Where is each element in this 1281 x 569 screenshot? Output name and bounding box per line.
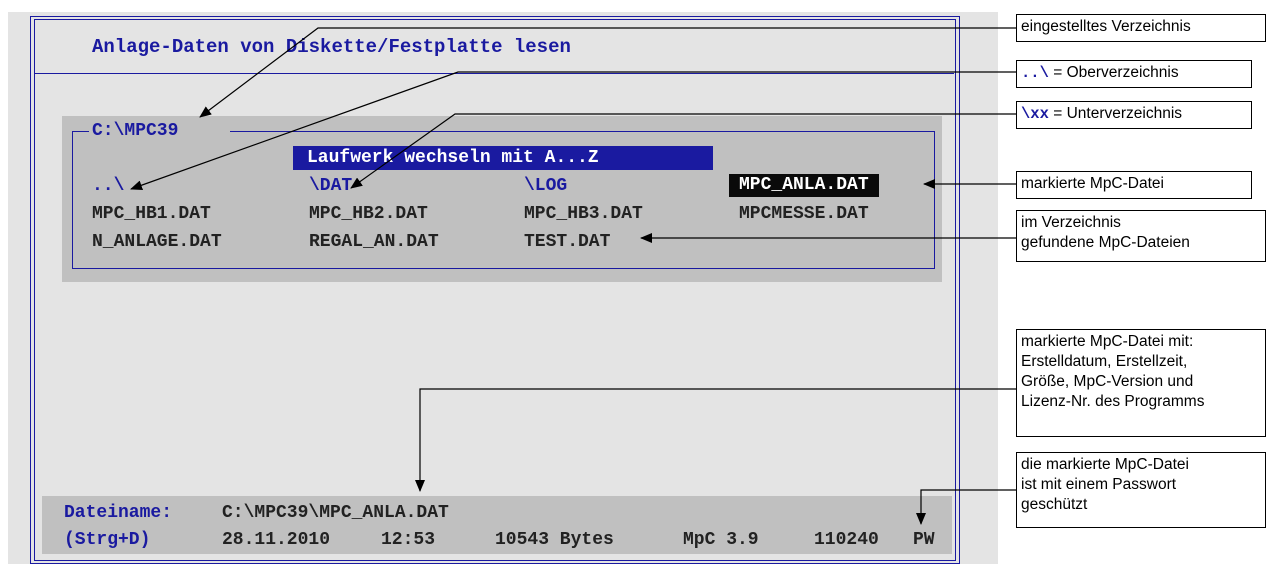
annotation-arrows [130, 27, 1016, 525]
arrow-subdirectory [350, 113, 1016, 189]
arrow-parent-directory [130, 71, 1016, 191]
arrow-password [916, 489, 1016, 525]
arrow-file-info [415, 388, 1016, 492]
